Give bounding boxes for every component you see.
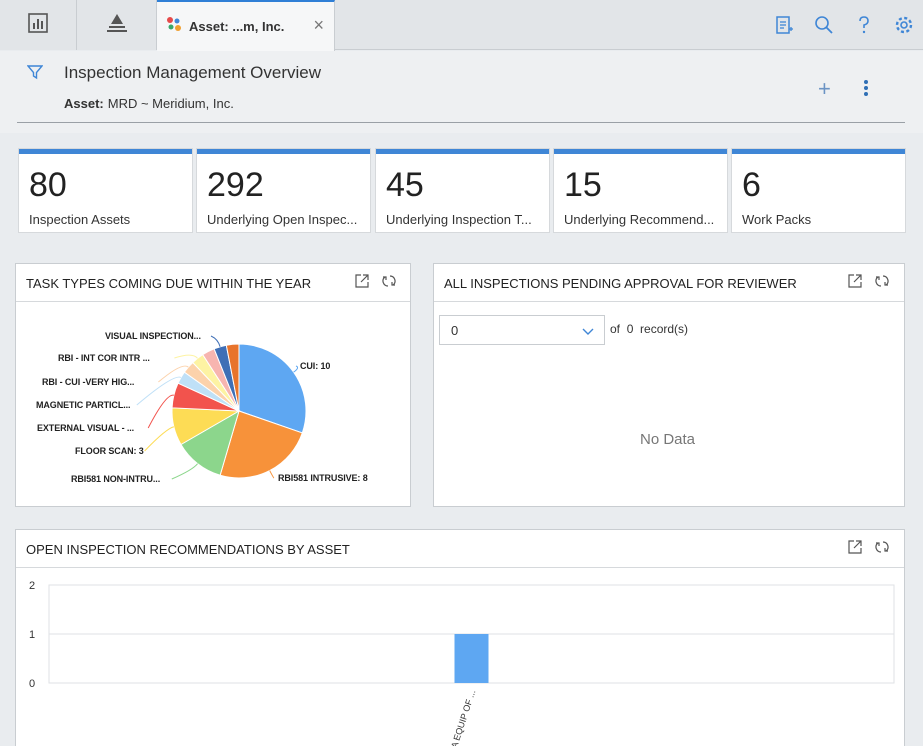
panel-title: ALL INSPECTIONS PENDING APPROVAL FOR REV… xyxy=(444,276,797,291)
help-icon[interactable] xyxy=(853,14,875,36)
top-bar: Asset: ...m, Inc. × xyxy=(0,0,923,51)
pie-label: EXTERNAL VISUAL - ... xyxy=(37,423,135,433)
y-tick-label: 0 xyxy=(29,678,35,690)
card-inspection-assets[interactable]: 80 Inspection Assets xyxy=(19,149,192,232)
pie-label: CUI: 10 xyxy=(300,361,331,371)
tab-asset[interactable]: Asset: ...m, Inc. × xyxy=(157,0,335,51)
gear-icon[interactable] xyxy=(893,14,915,36)
refresh-icon[interactable] xyxy=(382,274,398,290)
hierarchy-button[interactable] xyxy=(77,0,157,50)
dashboard-button[interactable] xyxy=(0,0,77,50)
pie-label: RBI581 NON-INTRU... xyxy=(71,474,161,484)
pie-label: MAGNETIC PARTICL... xyxy=(36,400,131,410)
pie-connector xyxy=(144,426,175,452)
bar[interactable] xyxy=(454,634,489,683)
y-tick-label: 2 xyxy=(29,580,35,592)
search-icon[interactable] xyxy=(813,14,835,36)
filter-icon[interactable] xyxy=(26,64,44,85)
card-work-packs[interactable]: 6 Work Packs xyxy=(732,149,905,232)
asset-label: Asset: xyxy=(64,96,104,111)
pie-connector xyxy=(269,470,275,479)
panel-recommendations: OPEN INSPECTION RECOMMENDATIONS BY ASSET… xyxy=(15,529,905,746)
card-label: Inspection Assets xyxy=(29,212,131,227)
panel-title: TASK TYPES COMING DUE WITHIN THE YEAR xyxy=(26,276,312,291)
pie-connector xyxy=(293,365,299,373)
panel-title: OPEN INSPECTION RECOMMENDATIONS BY ASSET xyxy=(26,542,350,557)
header-divider xyxy=(17,122,905,123)
card-value: 45 xyxy=(386,166,424,204)
refresh-icon[interactable] xyxy=(875,540,891,556)
bar-chart: 0 1 2 A EQUIP OF ... xyxy=(29,580,895,746)
pie-connector xyxy=(147,394,175,429)
refresh-icon[interactable] xyxy=(875,274,891,290)
close-tab-icon[interactable]: × xyxy=(313,16,324,34)
card-inspection-tasks[interactable]: 45 Underlying Inspection T... xyxy=(376,149,549,232)
card-value: 15 xyxy=(564,166,602,204)
asset-tab-icon xyxy=(165,15,183,38)
no-data-text: No Data xyxy=(640,431,696,448)
pie-connector xyxy=(171,463,198,480)
card-value: 80 xyxy=(29,166,67,204)
more-options-icon[interactable] xyxy=(864,80,870,98)
card-label: Underlying Recommend... xyxy=(564,212,715,227)
card-recommendations[interactable]: 15 Underlying Recommend... xyxy=(554,149,727,232)
pie-label: RBI - INT COR INTR ... xyxy=(58,353,150,363)
card-value: 292 xyxy=(207,166,264,204)
pie-label: RBI581 INTRUSIVE: 8 xyxy=(278,473,368,483)
expand-icon[interactable] xyxy=(848,540,864,556)
x-tick-label: A EQUIP OF ... xyxy=(449,689,477,746)
chevron-down-icon xyxy=(582,324,594,342)
asset-value: MRD ~ Meridium, Inc. xyxy=(107,96,234,111)
page-select[interactable]: 0 xyxy=(439,315,605,345)
tab-label: Asset: ...m, Inc. xyxy=(189,19,285,34)
panel-pending-approval: ALL INSPECTIONS PENDING APPROVAL FOR REV… xyxy=(433,263,905,507)
add-icon[interactable]: + xyxy=(818,78,831,100)
card-label: Underlying Open Inspec... xyxy=(207,212,358,227)
panel-task-types: TASK TYPES COMING DUE WITHIN THE YEAR CU… xyxy=(15,263,411,507)
asset-line: Asset: MRD ~ Meridium, Inc. xyxy=(64,96,234,111)
card-open-inspections[interactable]: 292 Underlying Open Inspec... xyxy=(197,149,370,232)
page-title: Inspection Management Overview xyxy=(64,63,322,82)
clipboard-icon[interactable] xyxy=(773,14,795,36)
record-count: of 0 record(s) xyxy=(610,322,689,336)
pie-connector xyxy=(174,354,198,359)
card-value: 6 xyxy=(742,166,761,204)
card-label: Underlying Inspection T... xyxy=(386,212,532,227)
expand-icon[interactable] xyxy=(355,274,371,290)
page-header: Inspection Management Overview Asset: MRD… xyxy=(0,51,923,133)
pie-label: RBI - CUI -VERY HIG... xyxy=(42,377,135,387)
pie-label: FLOOR SCAN: 3 xyxy=(75,446,144,456)
page-select-value: 0 xyxy=(451,323,459,338)
card-label: Work Packs xyxy=(742,212,812,227)
dashboard-icon xyxy=(27,12,49,39)
pie-connector xyxy=(210,335,221,347)
pie-label: VISUAL INSPECTION... xyxy=(105,331,201,341)
expand-icon[interactable] xyxy=(848,274,864,290)
hierarchy-icon xyxy=(105,12,129,39)
y-tick-label: 1 xyxy=(29,629,35,641)
